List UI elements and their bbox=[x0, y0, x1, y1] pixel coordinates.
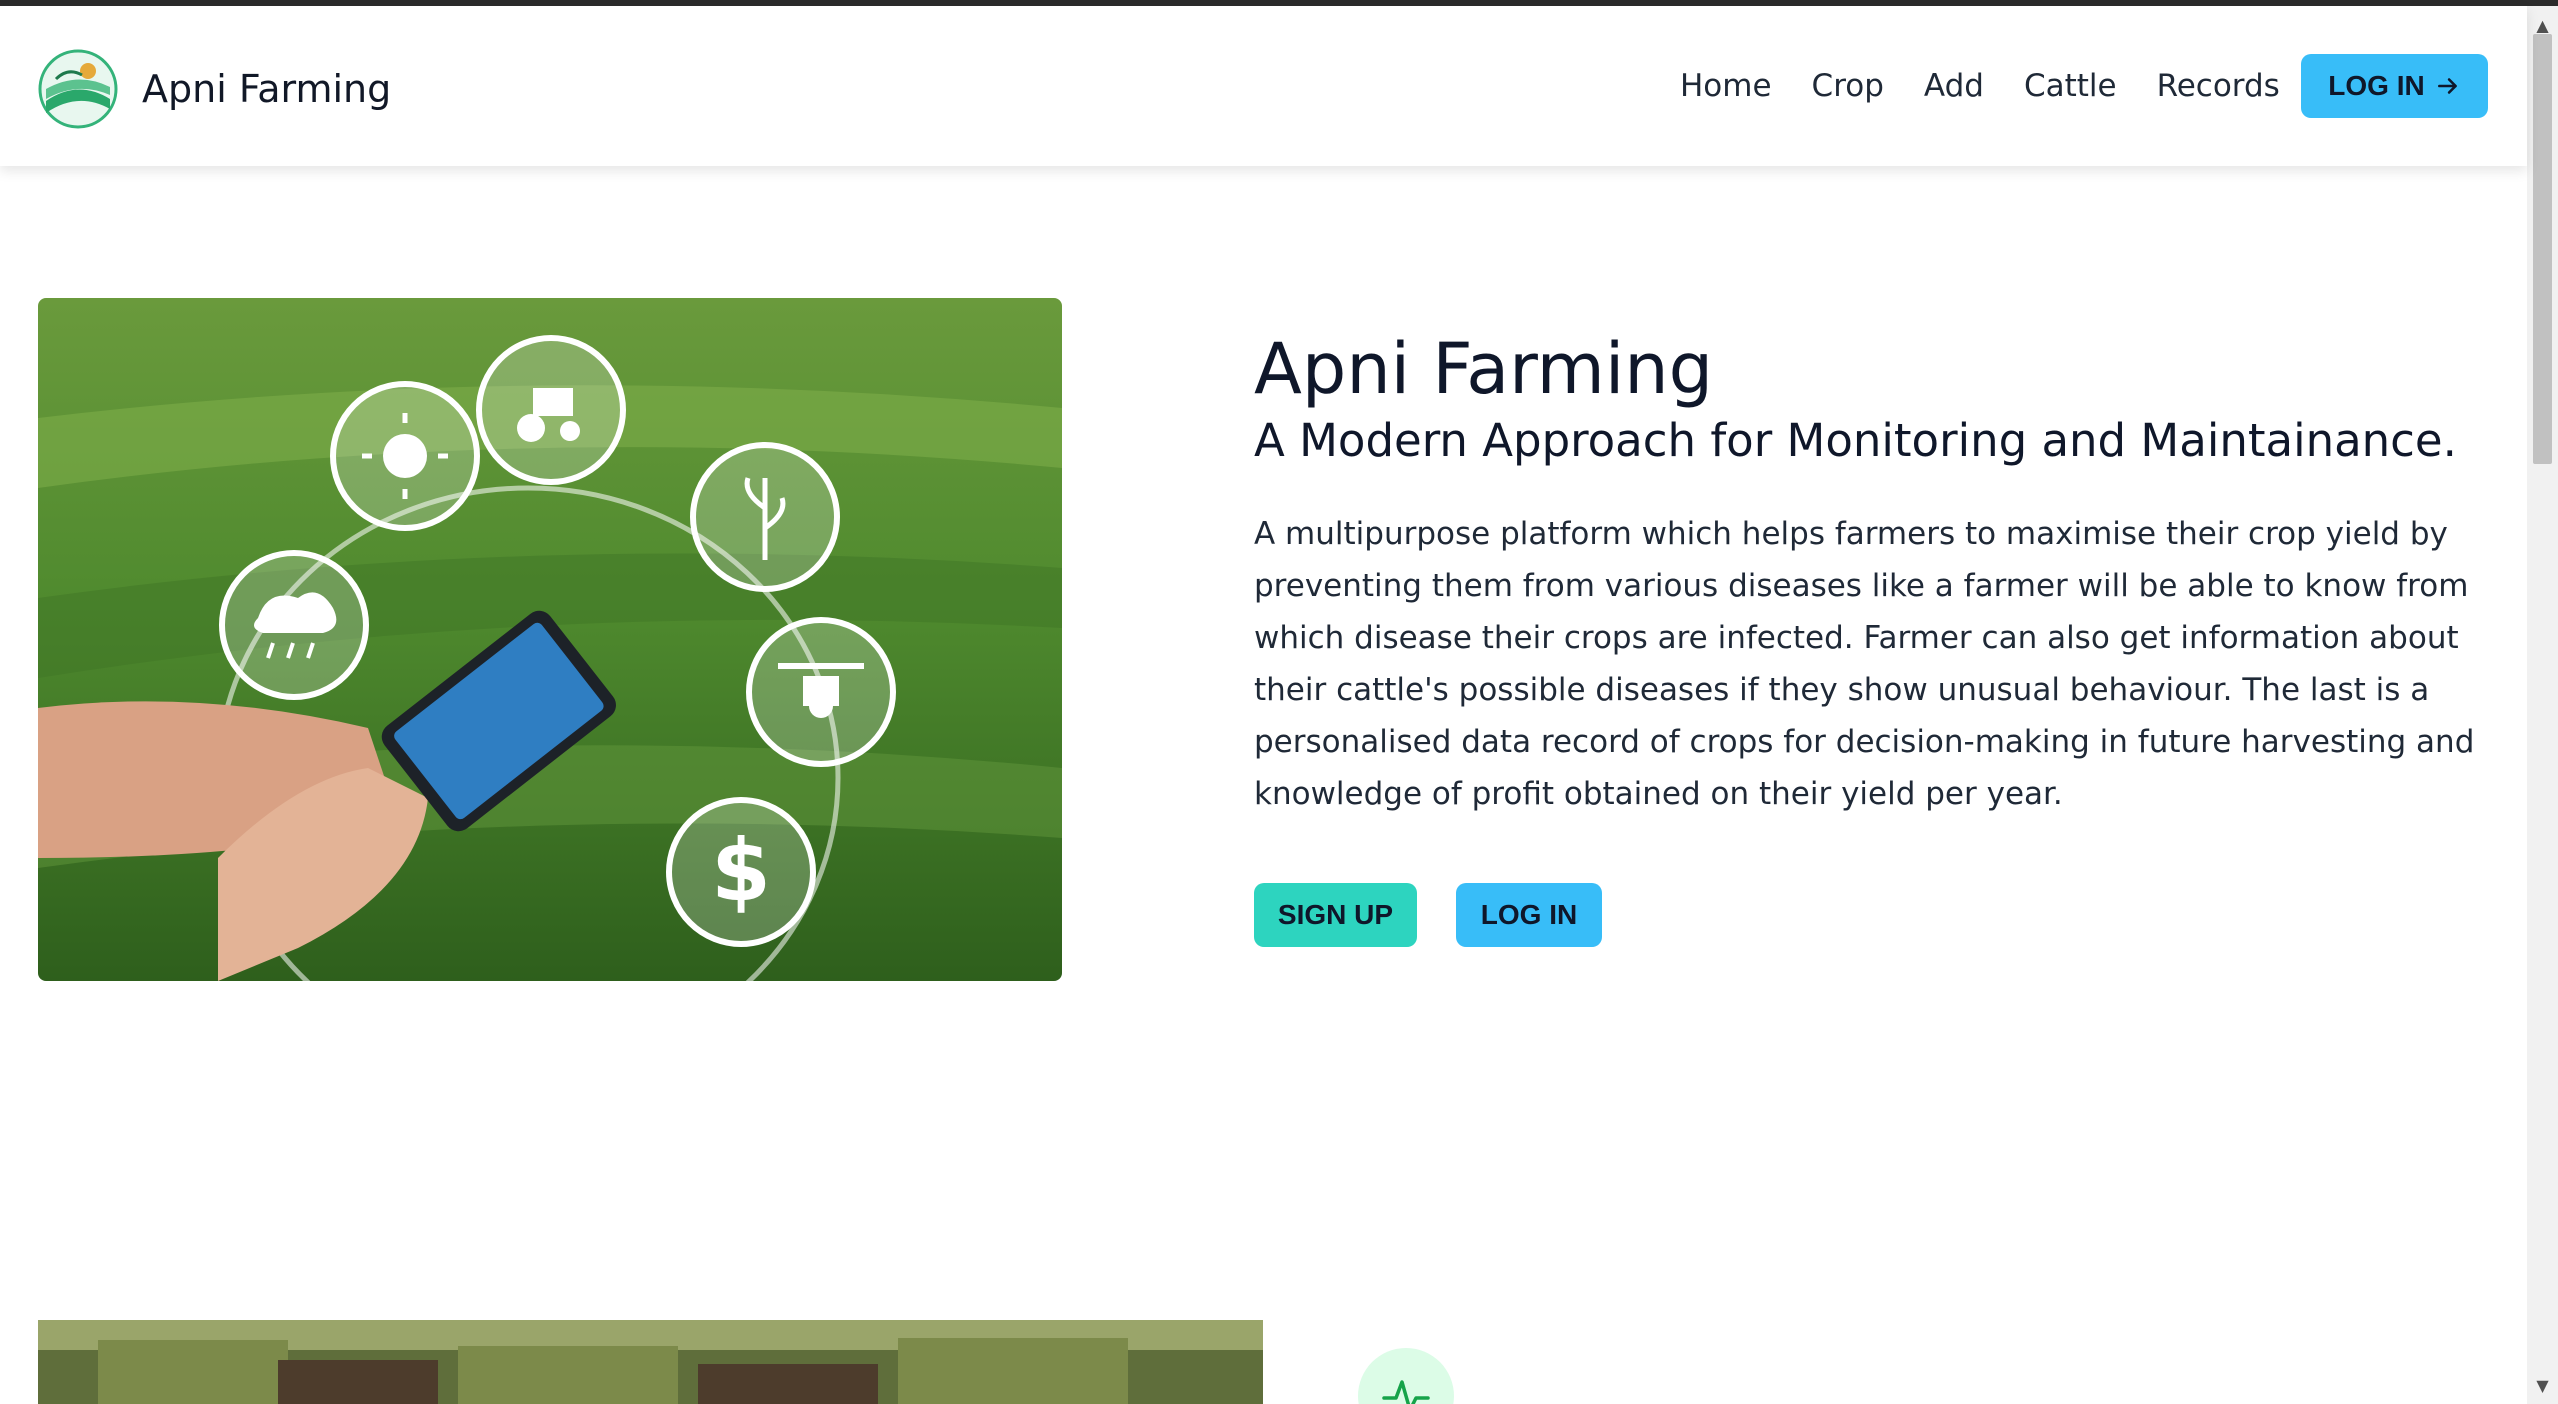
scroll-up-arrow-icon[interactable]: ▲ bbox=[2527, 16, 2558, 36]
arrow-right-icon bbox=[2437, 78, 2457, 94]
hero-image: $ bbox=[38, 298, 1062, 981]
nav-link-records[interactable]: Records bbox=[2157, 68, 2280, 104]
nav-link-crop[interactable]: Crop bbox=[1812, 68, 1884, 104]
hero-login-button[interactable]: LOG IN bbox=[1456, 883, 1602, 947]
scroll-down-arrow-icon[interactable]: ▼ bbox=[2527, 1376, 2558, 1396]
scrollbar-thumb[interactable] bbox=[2533, 34, 2552, 464]
brand-name: Apni Farming bbox=[142, 67, 392, 111]
navbar: Apni Farming Home Crop Add Cattle Record… bbox=[0, 6, 2527, 166]
section-image bbox=[38, 1320, 1263, 1404]
hero-subtitle: A Modern Approach for Monitoring and Mai… bbox=[1254, 414, 2457, 467]
activity-icon bbox=[1358, 1348, 1454, 1404]
svg-text:$: $ bbox=[711, 821, 771, 921]
farm-logo-icon bbox=[38, 49, 118, 129]
hero-description: A multipurpose platform which helps farm… bbox=[1254, 516, 2475, 812]
nav-login-label: LOG IN bbox=[2328, 70, 2425, 101]
signup-button[interactable]: SIGN UP bbox=[1254, 883, 1417, 947]
nav-link-home[interactable]: Home bbox=[1680, 68, 1772, 104]
nav-login-button[interactable]: LOG IN bbox=[2301, 54, 2488, 118]
brand[interactable]: Apni Farming bbox=[38, 49, 391, 129]
page-scrollbar[interactable]: ▲ ▼ bbox=[2527, 6, 2558, 1404]
nav-link-cattle[interactable]: Cattle bbox=[2024, 68, 2117, 104]
hero-title: Apni Farming bbox=[1254, 328, 1714, 410]
nav-links: Home Crop Add Cattle Records bbox=[1680, 68, 2280, 104]
nav-link-add[interactable]: Add bbox=[1924, 68, 1984, 104]
